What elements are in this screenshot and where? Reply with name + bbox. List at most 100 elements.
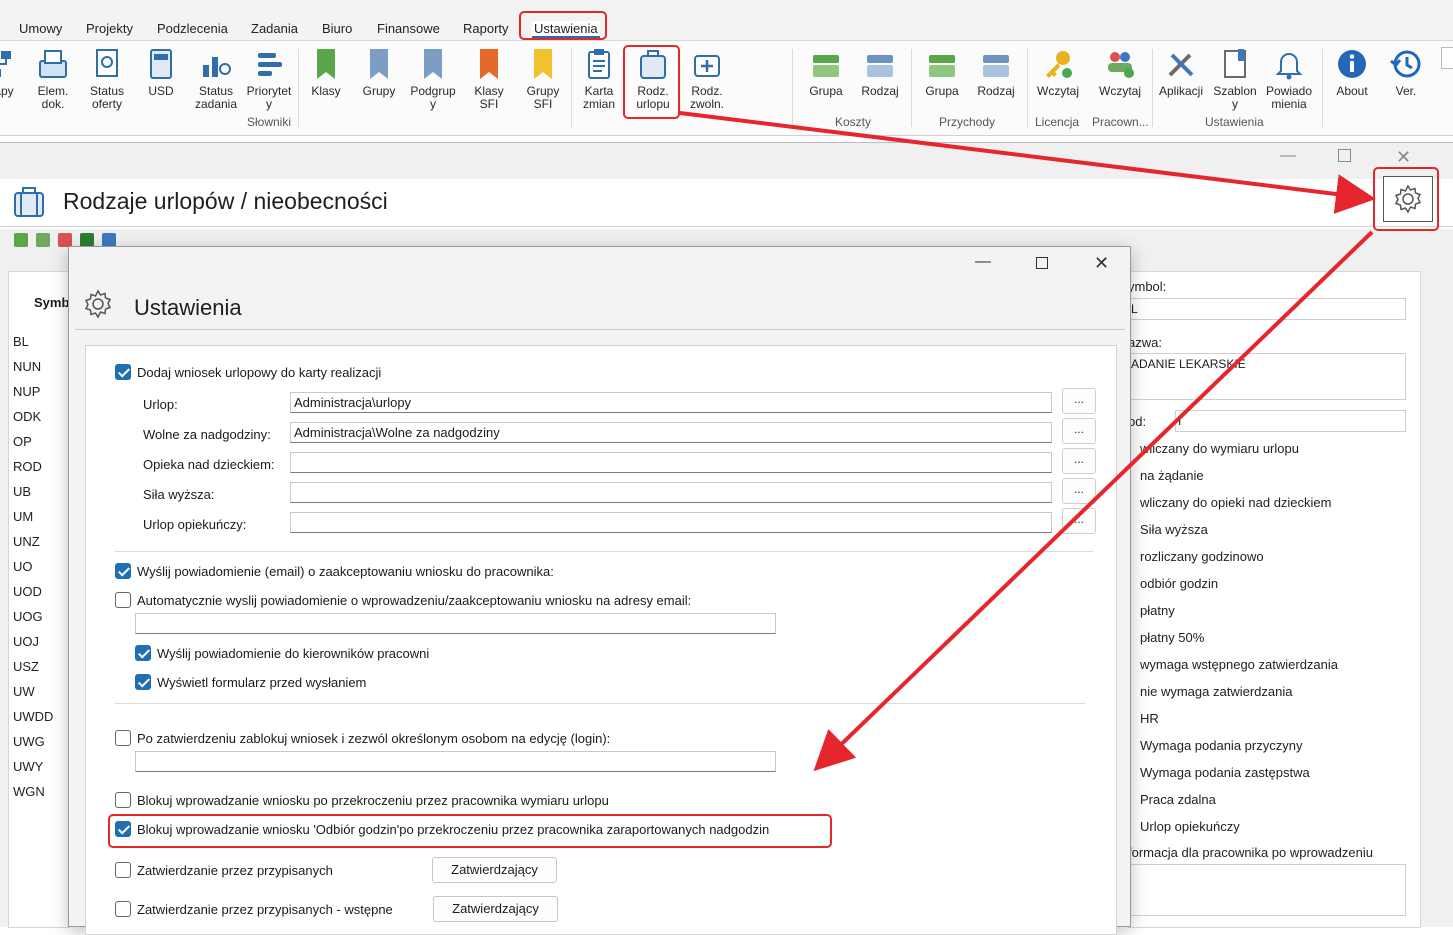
detail-check-item[interactable]: odbiór godzin [1140, 576, 1218, 591]
lock-after-login-field[interactable] [135, 751, 776, 772]
close-icon[interactable]: ✕ [1396, 147, 1411, 168]
block-limit-checkbox[interactable] [115, 792, 131, 808]
detail-check-item[interactable]: płatny [1140, 603, 1175, 618]
symbol-field[interactable]: L [1128, 298, 1406, 320]
list-item[interactable]: UM [13, 509, 33, 524]
ribbon-button-ver[interactable]: Ver. [1384, 47, 1428, 98]
ribbon-button-koszty-grupa[interactable]: Grupa [804, 47, 848, 98]
info-field[interactable] [1128, 864, 1406, 916]
approver-button[interactable]: Zatwierdzający [432, 857, 557, 883]
overtime-field[interactable]: Administracja\Wolne za nadgodziny [290, 422, 1052, 443]
name-field[interactable]: ADANIE LEKARSKIE [1128, 353, 1406, 400]
ribbon-button-przychody-grupa[interactable]: Grupa [920, 47, 964, 98]
list-item[interactable]: NUN [13, 359, 41, 374]
tab-raporty[interactable]: Raporty [463, 21, 509, 36]
ribbon-overflow[interactable] [1441, 47, 1453, 69]
detail-check-item[interactable]: wliczany do opieki nad dzieckiem [1140, 495, 1331, 510]
approver-pre-button[interactable]: Zatwierdzający [433, 896, 558, 922]
ribbon-button-klasy-sfi[interactable]: Klasy SFI [468, 47, 510, 111]
list-item[interactable]: NUP [13, 384, 40, 399]
caregiver-browse-button[interactable]: ... [1062, 508, 1096, 534]
show-form-checkbox[interactable] [135, 674, 151, 690]
urlop-browse-button[interactable]: ... [1062, 388, 1096, 414]
list-item[interactable]: UB [13, 484, 31, 499]
list-item[interactable]: UWY [13, 759, 43, 774]
list-item[interactable]: UWG [13, 734, 45, 749]
ribbon-button-szablony[interactable]: Szablon y [1210, 47, 1260, 111]
list-item[interactable]: OP [13, 434, 32, 449]
delete-icon[interactable] [58, 233, 72, 247]
list-item[interactable]: ROD [13, 459, 42, 474]
detail-check-item[interactable]: nie wymaga zatwierdzania [1140, 684, 1292, 699]
ribbon-button-grupy[interactable]: Grupy [358, 47, 400, 98]
detail-check-item[interactable]: Urlop opiekuńczy [1140, 819, 1240, 834]
childcare-browse-button[interactable]: ... [1062, 448, 1096, 474]
list-item[interactable]: USZ [13, 659, 39, 674]
ribbon-button-priorytety[interactable]: Priorytet y [243, 47, 295, 111]
maximize-icon[interactable] [1338, 149, 1351, 162]
list-item[interactable]: UW [13, 684, 35, 699]
refresh-icon[interactable] [102, 233, 116, 247]
close-icon[interactable]: ✕ [1094, 253, 1109, 274]
detail-check-item[interactable]: Wymaga podania przyczyny [1140, 738, 1302, 753]
detail-check-item[interactable]: Siła wyższa [1140, 522, 1208, 537]
ribbon-button-rodz-zwoln[interactable]: Rodz. zwoln. [684, 47, 730, 111]
detail-check-item[interactable]: wymaga wstępnego zatwierdzania [1140, 657, 1338, 672]
detail-check-item[interactable]: wliczany do wymiaru urlopu [1140, 441, 1299, 456]
ribbon-button-aplikacji[interactable]: Aplikacji [1156, 47, 1206, 98]
ribbon-button-karta-zmian[interactable]: Karta zmian [578, 47, 620, 111]
list-item[interactable]: UOD [13, 584, 42, 599]
tab-zadania[interactable]: Zadania [251, 21, 298, 36]
minimize-icon[interactable]: — [1280, 147, 1296, 165]
ribbon-button-przychody-rodzaj[interactable]: Rodzaj [973, 47, 1019, 98]
ribbon-button-licencja-wczytaj[interactable]: Wczytaj [1033, 47, 1083, 98]
ribbon-button-about[interactable]: About [1330, 47, 1374, 98]
childcare-field[interactable] [290, 452, 1052, 473]
approve-assigned-pre-checkbox[interactable] [115, 901, 131, 917]
edit-icon[interactable] [36, 233, 50, 247]
approve-assigned-checkbox[interactable] [115, 862, 131, 878]
notify-managers-checkbox[interactable] [135, 645, 151, 661]
code-field[interactable]: I [1175, 410, 1406, 432]
ribbon-button-status-oferty[interactable]: Status oferty [85, 47, 129, 111]
detail-check-item[interactable]: HR [1140, 711, 1159, 726]
list-item[interactable]: UOG [13, 609, 43, 624]
ribbon-button-apy[interactable]: apy [0, 47, 22, 98]
add-request-checkbox[interactable] [115, 364, 131, 380]
list-item[interactable]: ODK [13, 409, 41, 424]
list-item[interactable]: UO [13, 559, 33, 574]
lock-after-checkbox[interactable] [115, 730, 131, 746]
symbol-column-header[interactable]: Symb [34, 295, 69, 310]
caregiver-field[interactable] [290, 512, 1052, 533]
ribbon-button-powiadomienia[interactable]: Powiado mienia [1262, 47, 1316, 111]
list-item[interactable]: UNZ [13, 534, 40, 549]
ribbon-button-status-zadania[interactable]: Status zadania [190, 47, 242, 111]
detail-check-item[interactable]: rozliczany godzinowo [1140, 549, 1264, 564]
maximize-icon[interactable] [1036, 257, 1048, 269]
ribbon-button-grupy-sfi[interactable]: Grupy SFI [522, 47, 564, 111]
tab-finansowe[interactable]: Finansowe [377, 21, 440, 36]
tab-podzlecenia[interactable]: Podzlecenia [157, 21, 228, 36]
detail-check-item[interactable]: płatny 50% [1140, 630, 1204, 645]
detail-check-item[interactable]: na żądanie [1140, 468, 1204, 483]
ribbon-button-klasy[interactable]: Klasy [306, 47, 346, 98]
ribbon-button-pracownicy-wczytaj[interactable]: Wczytaj [1094, 47, 1146, 98]
send-email-checkbox[interactable] [115, 563, 131, 579]
ribbon-button-elem-dok[interactable]: Elem. dok. [33, 47, 73, 111]
list-item[interactable]: BL [13, 334, 29, 349]
tab-biuro[interactable]: Biuro [322, 21, 352, 36]
auto-send-checkbox[interactable] [115, 592, 131, 608]
list-item[interactable]: UOJ [13, 634, 39, 649]
force-majeure-browse-button[interactable]: ... [1062, 478, 1096, 504]
force-majeure-field[interactable] [290, 482, 1052, 503]
detail-check-item[interactable]: Praca zdalna [1140, 792, 1216, 807]
tab-umowy[interactable]: Umowy [19, 21, 62, 36]
urlop-field[interactable]: Administracja\urlopy [290, 392, 1052, 413]
ribbon-button-podgrupy[interactable]: Podgrup y [407, 47, 459, 111]
ribbon-button-koszty-rodzaj[interactable]: Rodzaj [857, 47, 903, 98]
tab-projekty[interactable]: Projekty [86, 21, 133, 36]
auto-send-email-field[interactable] [135, 613, 776, 634]
overtime-browse-button[interactable]: ... [1062, 418, 1096, 444]
detail-check-item[interactable]: Wymaga podania zastępstwa [1140, 765, 1310, 780]
save-icon[interactable] [80, 233, 94, 247]
